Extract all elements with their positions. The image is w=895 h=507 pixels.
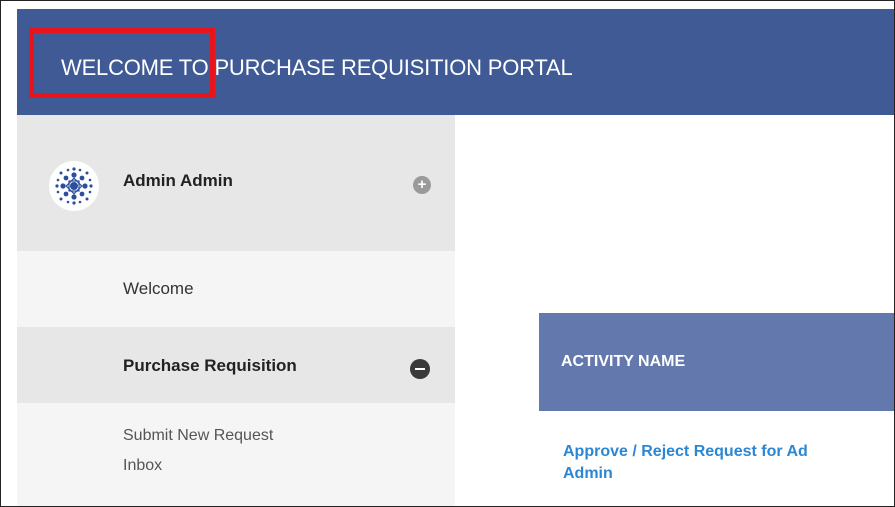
avatar[interactable] <box>49 161 99 211</box>
highlight-annotation-box <box>29 28 215 98</box>
column-header-activity-name: ACTIVITY NAME <box>561 353 686 370</box>
activity-link-line1: Approve / Reject Request for Ad <box>563 443 808 460</box>
main-content: ACTIVITY NAME Approve / Reject Request f… <box>455 115 894 506</box>
logo-avatar-icon <box>55 167 93 205</box>
plus-circle-icon[interactable]: + <box>413 176 431 194</box>
minus-circle-icon[interactable] <box>410 359 430 379</box>
sidebar-item-purchase-requisition[interactable]: Purchase Requisition <box>17 327 455 403</box>
sidebar-subitem-inbox[interactable]: Inbox <box>123 457 162 475</box>
table-header: ACTIVITY NAME <box>539 313 894 411</box>
activity-link[interactable]: Approve / Reject Request for Ad Admin <box>563 441 893 485</box>
sidebar-item-label: Welcome <box>123 279 194 298</box>
sidebar-subitem-submit-new-request[interactable]: Submit New Request <box>123 427 273 445</box>
sidebar-item-label: Purchase Requisition <box>123 356 297 375</box>
activity-link-line2: Admin <box>563 465 613 482</box>
app-frame: WELCOME TO PURCHASE REQUISITION PORTAL A… <box>0 0 895 507</box>
profile-name[interactable]: Admin Admin <box>123 171 233 191</box>
sidebar-item-welcome[interactable]: Welcome <box>17 251 455 327</box>
user-profile: Admin Admin + <box>17 115 455 251</box>
sidebar: Admin Admin + Welcome Purchase Requisiti… <box>17 115 455 506</box>
